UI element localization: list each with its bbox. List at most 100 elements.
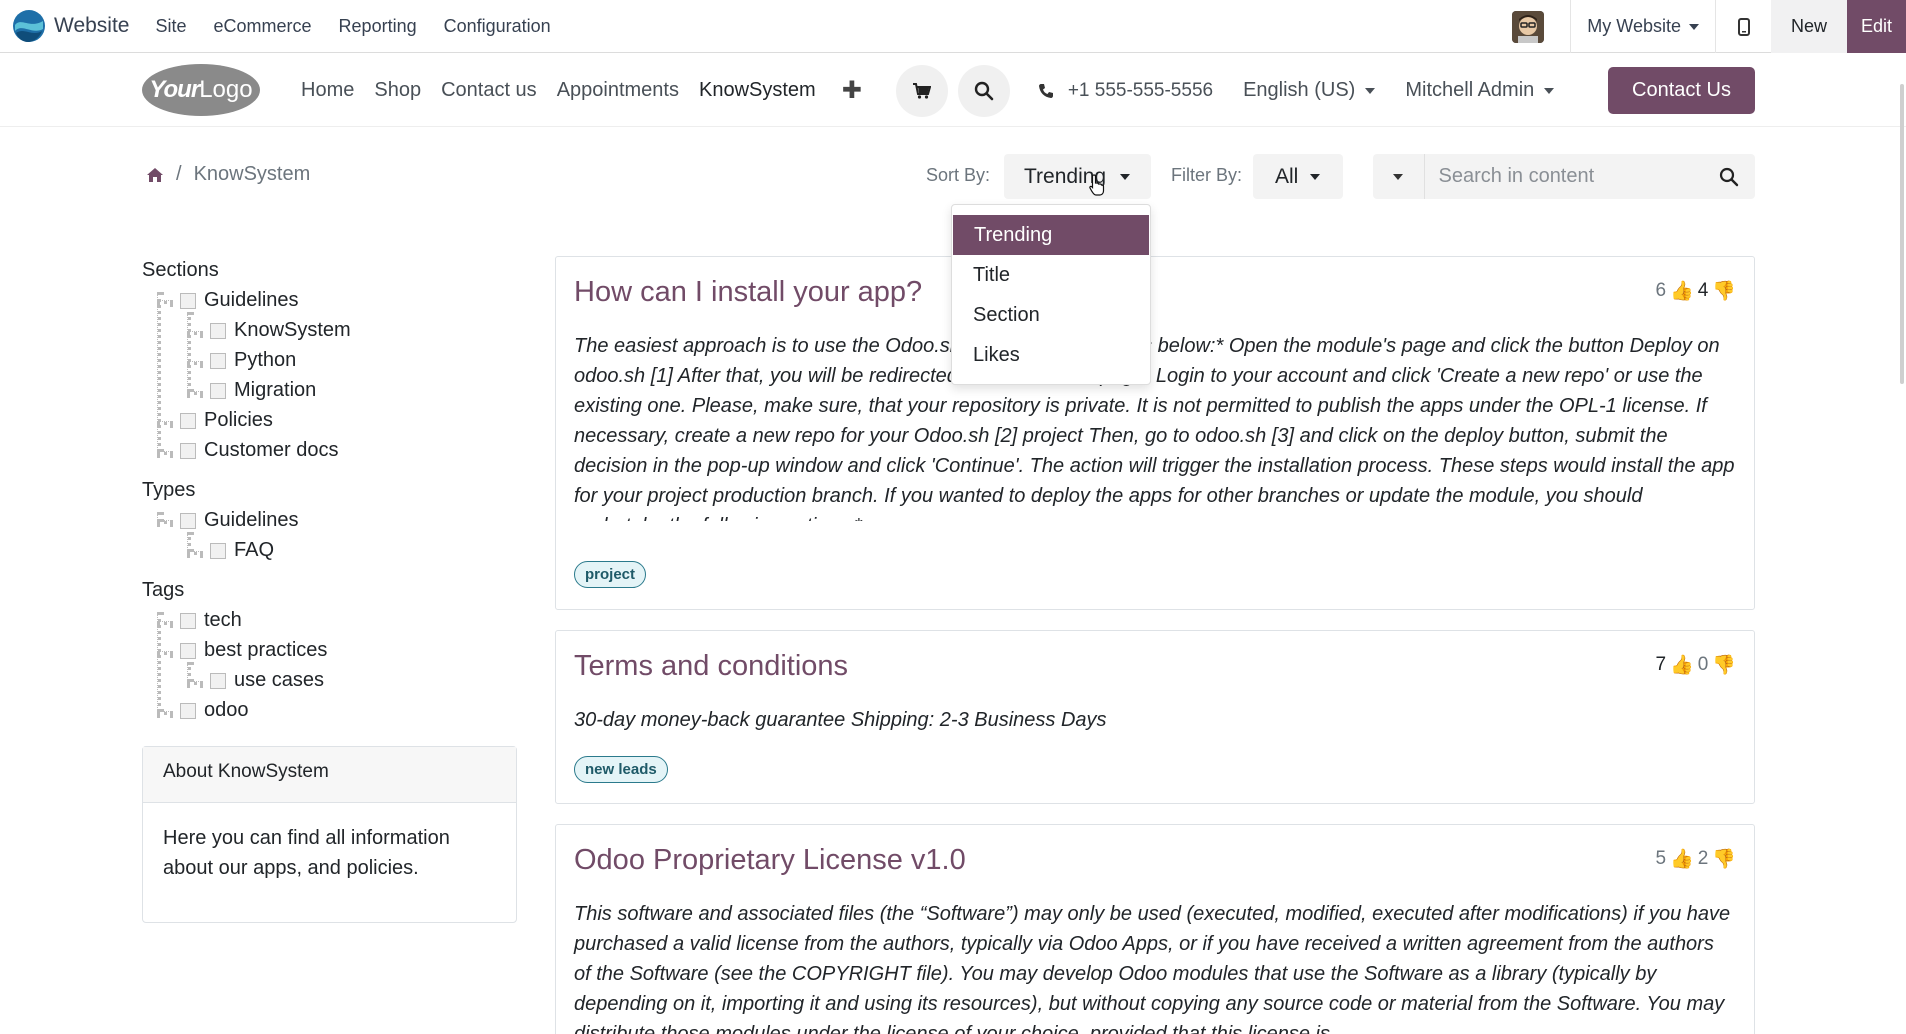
tree-line	[187, 391, 203, 395]
checkbox[interactable]	[180, 292, 196, 309]
site-logo[interactable]: Your Logo	[142, 64, 260, 116]
thumbs-down-icon[interactable]: 👎	[1712, 279, 1736, 303]
checkbox[interactable]	[180, 702, 196, 719]
search-submit-button[interactable]	[1704, 167, 1755, 187]
checkbox[interactable]	[210, 672, 226, 689]
user-menu[interactable]: Mitchell Admin	[1405, 79, 1555, 102]
cart-button[interactable]	[895, 64, 948, 117]
dislikes-count: 2	[1697, 848, 1709, 869]
about-title: About KnowSystem	[143, 747, 516, 803]
content-search	[1373, 154, 1755, 199]
my-website-label: My Website	[1587, 16, 1681, 36]
my-website-dropdown[interactable]: My Website	[1571, 16, 1715, 37]
checkbox[interactable]	[180, 512, 196, 529]
scrollbar-thumb[interactable]	[1900, 84, 1904, 384]
logo-text-light: Logo	[199, 76, 253, 103]
tag-tech[interactable]: tech	[180, 609, 242, 632]
home-icon[interactable]	[146, 167, 164, 183]
admin-menu-reporting[interactable]: Reporting	[339, 16, 417, 37]
checkbox[interactable]	[180, 612, 196, 629]
edit-button[interactable]: Edit	[1847, 0, 1906, 53]
article-votes: 5 👍 2 👎	[1656, 847, 1737, 871]
tree-line	[157, 651, 173, 655]
thumbs-up-icon[interactable]: 👍	[1670, 279, 1694, 303]
article-title[interactable]: Odoo Proprietary License v1.0	[574, 844, 966, 877]
nav-knowsystem[interactable]: KnowSystem	[699, 79, 816, 102]
thumbs-up-icon[interactable]: 👍	[1670, 847, 1694, 871]
sort-option-section[interactable]: Section	[952, 295, 1150, 335]
tree-line	[187, 532, 191, 552]
checkbox[interactable]	[180, 442, 196, 459]
thumbs-down-icon[interactable]: 👎	[1712, 653, 1736, 677]
tag-use-cases[interactable]: use cases	[210, 669, 324, 692]
app-name[interactable]: Website	[54, 14, 129, 38]
article-title[interactable]: How can I install your app?	[574, 276, 922, 309]
checkbox[interactable]	[180, 642, 196, 659]
sort-by-dropdown[interactable]: Trending	[1004, 154, 1151, 199]
section-python[interactable]: Python	[210, 349, 296, 372]
add-menu-plus-icon[interactable]: ✚	[842, 76, 862, 105]
nav-appointments[interactable]: Appointments	[557, 79, 679, 102]
section-migration[interactable]: Migration	[210, 379, 316, 402]
logo-text-bold: Your	[149, 76, 200, 103]
article-excerpt: 30-day money-back guarantee Shipping: 2-…	[574, 709, 1107, 731]
article-tag[interactable]: project	[574, 561, 647, 588]
checkbox[interactable]	[210, 382, 226, 399]
checkbox[interactable]	[180, 412, 196, 429]
nav-home[interactable]: Home	[301, 79, 354, 102]
phone-link[interactable]: +1 555-555-5556	[1038, 80, 1213, 102]
new-button[interactable]: New	[1771, 0, 1847, 53]
search-scope-dropdown[interactable]	[1373, 154, 1425, 199]
website-app-icon[interactable]	[12, 9, 46, 43]
sort-option-likes[interactable]: Likes	[952, 335, 1150, 375]
tree-line	[187, 361, 203, 365]
type-faq[interactable]: FAQ	[210, 539, 274, 562]
tree-line	[157, 711, 173, 715]
section-customer-docs[interactable]: Customer docs	[180, 439, 339, 462]
section-policies[interactable]: Policies	[180, 409, 273, 432]
user-name: Mitchell Admin	[1405, 79, 1535, 101]
tags-heading: Tags	[142, 579, 185, 601]
contact-us-button[interactable]: Contact Us	[1608, 67, 1755, 114]
user-avatar[interactable]	[1512, 10, 1545, 43]
sort-option-title[interactable]: Title	[952, 255, 1150, 295]
nav-shop[interactable]: Shop	[374, 79, 421, 102]
mobile-icon	[1737, 17, 1750, 36]
article-title[interactable]: Terms and conditions	[574, 650, 848, 683]
type-label: FAQ	[234, 539, 275, 561]
search-icon	[1720, 167, 1739, 186]
nav-contact-us[interactable]: Contact us	[441, 79, 537, 102]
chevron-down-icon	[1120, 173, 1131, 180]
main-nav: Home Shop Contact us Appointments KnowSy…	[301, 54, 1584, 127]
checkbox[interactable]	[210, 322, 226, 339]
filter-by-dropdown[interactable]: All	[1253, 154, 1343, 199]
type-label: Guidelines	[204, 509, 299, 531]
search-toggle-button[interactable]	[957, 64, 1010, 117]
page-scrollbar[interactable]	[1896, 54, 1906, 1034]
section-guidelines[interactable]: Guidelines	[180, 289, 299, 312]
tree-line	[157, 292, 161, 452]
tag-label: use cases	[234, 669, 325, 691]
checkbox[interactable]	[210, 352, 226, 369]
article-tag[interactable]: new leads	[574, 756, 668, 783]
breadcrumb-current: KnowSystem	[193, 163, 311, 185]
mobile-preview-button[interactable]	[1716, 0, 1771, 53]
admin-menu-configuration[interactable]: Configuration	[444, 16, 551, 37]
admin-menu-ecommerce[interactable]: eCommerce	[214, 16, 312, 37]
thumbs-up-icon[interactable]: 👍	[1670, 653, 1694, 677]
tag-best-practices[interactable]: best practices	[180, 639, 327, 662]
language-label: English (US)	[1243, 79, 1356, 101]
section-knowsystem[interactable]: KnowSystem	[210, 319, 351, 342]
tree-line	[157, 621, 173, 625]
tag-odoo[interactable]: odoo	[180, 699, 249, 722]
sort-option-trending[interactable]: Trending	[953, 215, 1149, 255]
sort-by-label: Sort By:	[926, 165, 991, 185]
thumbs-down-icon[interactable]: 👎	[1712, 847, 1736, 871]
tree-line	[187, 662, 191, 682]
language-selector[interactable]: English (US)	[1243, 79, 1376, 102]
type-guidelines[interactable]: Guidelines	[180, 509, 299, 532]
breadcrumb-separator: /	[176, 163, 182, 185]
search-input[interactable]	[1424, 154, 1704, 199]
checkbox[interactable]	[210, 542, 226, 559]
admin-menu-site[interactable]: Site	[155, 16, 186, 37]
